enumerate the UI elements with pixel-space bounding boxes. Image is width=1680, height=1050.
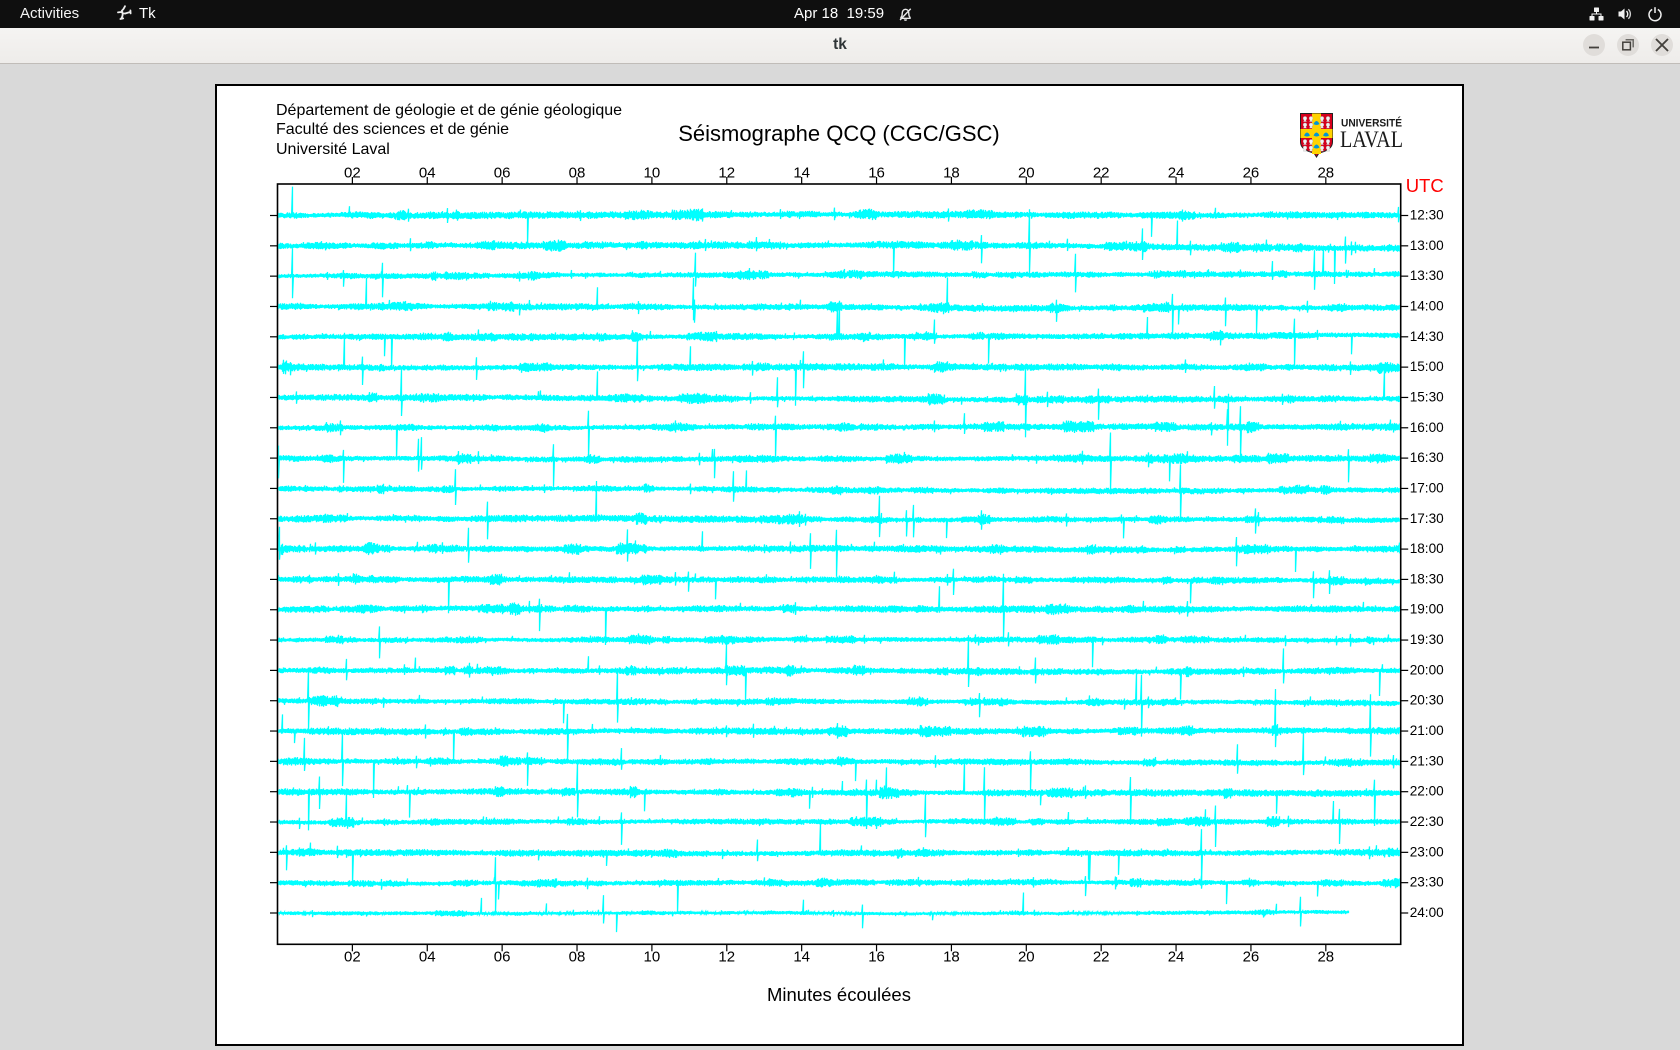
svg-text:24: 24	[1168, 948, 1185, 965]
svg-text:17:00: 17:00	[1410, 480, 1444, 495]
svg-text:14: 14	[793, 165, 810, 182]
svg-text:22: 22	[1093, 948, 1110, 965]
svg-text:14:00: 14:00	[1410, 298, 1444, 313]
svg-text:24: 24	[1168, 165, 1185, 182]
svg-text:21:30: 21:30	[1410, 753, 1444, 768]
svg-text:18: 18	[943, 948, 960, 965]
svg-text:12:30: 12:30	[1410, 208, 1444, 223]
svg-text:20: 20	[1018, 165, 1035, 182]
svg-text:20: 20	[1018, 948, 1035, 965]
svg-text:20:00: 20:00	[1410, 662, 1444, 677]
svg-text:23:30: 23:30	[1410, 875, 1444, 890]
svg-text:16: 16	[868, 948, 885, 965]
svg-text:21:00: 21:00	[1410, 723, 1444, 738]
svg-text:18:30: 18:30	[1410, 571, 1444, 586]
svg-text:14: 14	[793, 948, 810, 965]
svg-text:10: 10	[644, 948, 661, 965]
svg-text:04: 04	[419, 948, 436, 965]
svg-text:23:00: 23:00	[1410, 844, 1444, 859]
svg-text:22: 22	[1093, 165, 1110, 182]
svg-text:16:30: 16:30	[1410, 450, 1444, 465]
svg-text:04: 04	[419, 165, 436, 182]
svg-text:22:00: 22:00	[1410, 784, 1444, 799]
svg-text:13:30: 13:30	[1410, 268, 1444, 283]
svg-text:14:30: 14:30	[1410, 329, 1444, 344]
svg-text:18:00: 18:00	[1410, 541, 1444, 556]
svg-text:19:00: 19:00	[1410, 602, 1444, 617]
svg-text:28: 28	[1317, 165, 1334, 182]
svg-text:20:30: 20:30	[1410, 693, 1444, 708]
svg-text:UTC: UTC	[1406, 175, 1444, 196]
svg-text:24:00: 24:00	[1410, 905, 1444, 920]
svg-text:15:30: 15:30	[1410, 389, 1444, 404]
svg-text:19:30: 19:30	[1410, 632, 1444, 647]
svg-text:22:30: 22:30	[1410, 814, 1444, 829]
svg-text:12: 12	[718, 948, 735, 965]
svg-text:16: 16	[868, 165, 885, 182]
svg-text:15:00: 15:00	[1410, 359, 1444, 374]
svg-text:06: 06	[494, 165, 511, 182]
svg-text:26: 26	[1243, 948, 1260, 965]
svg-text:18: 18	[943, 165, 960, 182]
svg-text:12: 12	[718, 165, 735, 182]
svg-text:16:00: 16:00	[1410, 420, 1444, 435]
svg-text:06: 06	[494, 948, 511, 965]
svg-text:08: 08	[569, 165, 586, 182]
svg-text:26: 26	[1243, 165, 1260, 182]
svg-text:10: 10	[644, 165, 661, 182]
svg-text:02: 02	[344, 165, 361, 182]
svg-text:08: 08	[569, 948, 586, 965]
svg-text:28: 28	[1317, 948, 1334, 965]
svg-text:17:30: 17:30	[1410, 511, 1444, 526]
svg-text:02: 02	[344, 948, 361, 965]
svg-text:13:00: 13:00	[1410, 238, 1444, 253]
